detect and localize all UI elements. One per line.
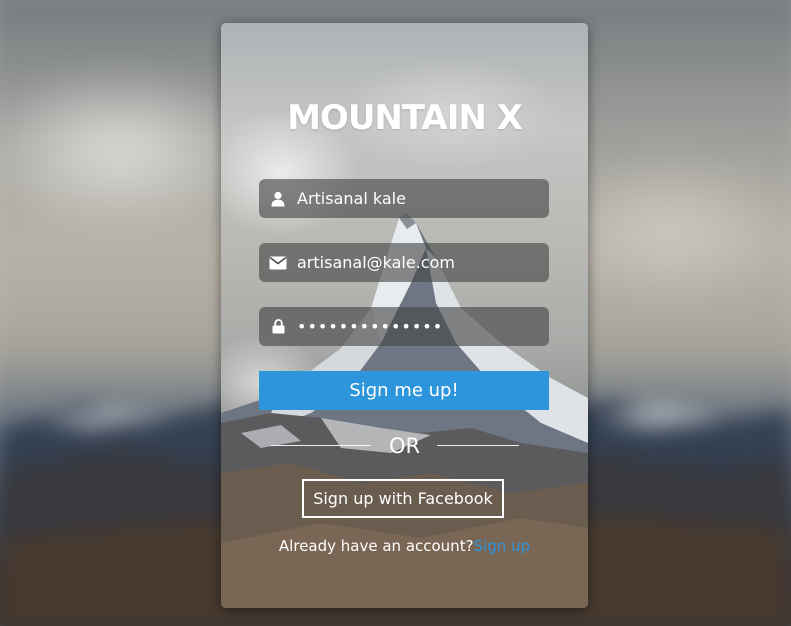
user-icon — [259, 179, 297, 218]
name-input[interactable] — [297, 179, 549, 218]
sign-up-link[interactable]: Sign up — [474, 537, 531, 555]
app-title: MOUNTAIN X — [287, 98, 523, 138]
sign-me-up-button[interactable]: Sign me up! — [259, 371, 549, 410]
divider-line-right — [437, 445, 519, 446]
signup-card: MOUNTAIN X Sign me up! — [221, 23, 588, 608]
lock-icon — [259, 307, 297, 346]
email-input[interactable] — [297, 243, 549, 282]
password-input[interactable] — [297, 307, 549, 346]
email-field[interactable] — [259, 243, 549, 282]
password-field[interactable] — [259, 307, 549, 346]
or-label: OR — [388, 434, 421, 458]
or-divider: OR — [221, 432, 588, 460]
login-prompt: Already have an account?Sign up — [221, 537, 588, 555]
login-prompt-text: Already have an account? — [278, 537, 474, 555]
envelope-icon — [259, 243, 297, 282]
name-field[interactable] — [259, 179, 549, 218]
facebook-signup-button[interactable]: Sign up with Facebook — [302, 479, 504, 518]
